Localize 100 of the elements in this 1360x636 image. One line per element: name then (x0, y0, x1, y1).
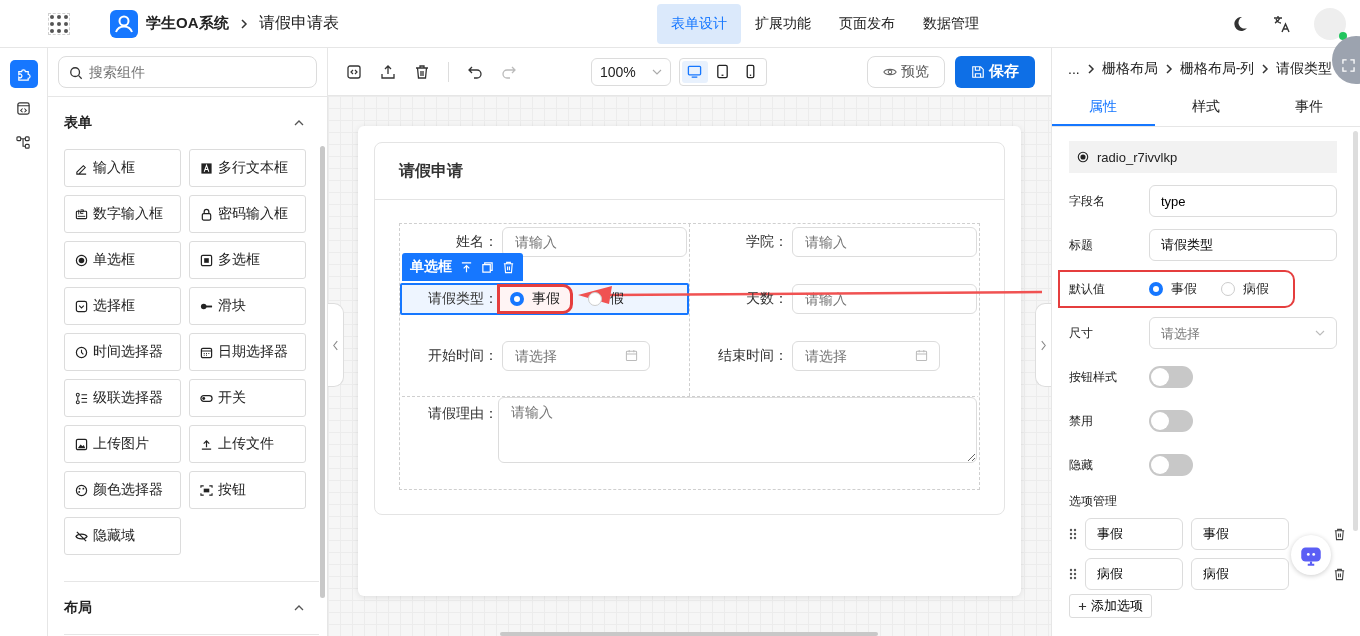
section-title: 选项管理 (1069, 493, 1118, 510)
save-button[interactable]: 保存 (955, 55, 1035, 88)
component-id: radio_r7ivvlkp (1097, 149, 1178, 165)
component-item[interactable]: 上传文件 (189, 425, 306, 463)
scrollbar[interactable] (1353, 131, 1358, 531)
size-select[interactable]: 请选择 (1149, 317, 1337, 349)
property-label: 字段名 (1069, 192, 1106, 210)
toggle-switch[interactable] (1149, 410, 1193, 432)
radio-icon (1077, 151, 1089, 163)
nav-tab[interactable]: 页面发布 (825, 3, 910, 44)
component-item[interactable]: 多选框 (189, 241, 306, 279)
radio-option[interactable]: 事假 (502, 287, 568, 311)
apps-grid-icon[interactable] (48, 12, 70, 35)
property-tab[interactable]: 样式 (1154, 90, 1258, 126)
chat-bot-button[interactable] (1291, 535, 1331, 575)
component-item[interactable]: 按钮 (189, 471, 306, 509)
trash-icon[interactable] (414, 63, 430, 80)
nav-tab[interactable]: 扩展功能 (741, 3, 826, 44)
breadcrumb-item[interactable]: 栅格布局 (1101, 60, 1158, 78)
copy-icon[interactable] (481, 260, 494, 274)
field-label: 开始时间： (427, 347, 498, 365)
calendar-icon (625, 349, 638, 362)
component-item[interactable]: 数字输入框 (64, 195, 181, 233)
property-tab[interactable]: 事件 (1257, 90, 1360, 126)
scrollbar[interactable] (320, 146, 325, 598)
scrollbar[interactable] (500, 632, 878, 636)
list-icon (75, 391, 88, 405)
online-dot-icon (1339, 31, 1347, 40)
collapse-right-handle[interactable] (1035, 303, 1051, 387)
trash-icon[interactable] (1333, 527, 1346, 541)
property-input[interactable]: type (1149, 185, 1337, 217)
translate-icon[interactable] (1272, 13, 1292, 34)
component-item[interactable]: 密码输入框 (189, 195, 306, 233)
breadcrumb-item[interactable]: ... (1068, 61, 1080, 77)
chevron-right-icon (1085, 64, 1096, 74)
drag-handle-icon[interactable] (1069, 568, 1077, 580)
clock-icon (75, 345, 88, 359)
date-picker[interactable]: 请选择 (502, 341, 650, 371)
component-item[interactable]: 单选框 (64, 241, 181, 279)
property-tab[interactable]: 属性 (1052, 90, 1155, 126)
move-top-icon[interactable] (460, 260, 473, 274)
search-icon (69, 66, 83, 80)
component-item[interactable]: 多行文本框 (189, 149, 306, 187)
radio-option[interactable]: 事假 (1149, 280, 1197, 298)
property-input[interactable]: 请假类型 (1149, 229, 1337, 261)
puzzle-icon[interactable] (9, 60, 38, 88)
nav-tab[interactable]: 数据管理 (909, 3, 994, 44)
search-field[interactable]: 搜索组件 (58, 56, 317, 88)
preview-button[interactable]: 预览 (867, 55, 945, 88)
option-label-input[interactable]: 病假 (1085, 558, 1183, 590)
collapse-left-handle[interactable] (328, 303, 344, 387)
component-item[interactable]: 隐藏域 (64, 517, 181, 555)
component-item[interactable]: 颜色选择器 (64, 471, 181, 509)
upload-icon (200, 437, 213, 451)
save-icon (971, 64, 985, 79)
property-label: 按钮样式 (1069, 368, 1118, 386)
desktop-icon[interactable] (681, 60, 708, 83)
component-item[interactable]: 级联选择器 (64, 379, 181, 417)
text-input[interactable]: 请输入 (792, 227, 977, 257)
component-item[interactable]: 开关 (189, 379, 306, 417)
component-item[interactable]: 输入框 (64, 149, 181, 187)
palette-icon (75, 483, 88, 497)
calendar-icon (915, 349, 928, 362)
option-label-input[interactable]: 事假 (1085, 518, 1183, 550)
component-item[interactable]: 上传图片 (64, 425, 181, 463)
property-label: 标题 (1069, 236, 1094, 254)
calendar-icon (200, 345, 213, 359)
radio-option[interactable]: 病假 (1221, 280, 1269, 298)
zoom-select[interactable]: 100% (591, 57, 671, 86)
component-item[interactable]: 滑块 (189, 287, 306, 325)
drag-handle-icon[interactable] (1069, 528, 1077, 540)
component-item[interactable]: 选择框 (64, 287, 181, 325)
breadcrumb-item[interactable]: 栅格布局-列 (1179, 60, 1255, 78)
add-option-button[interactable]: 添加选项 (1069, 594, 1152, 618)
date-picker[interactable]: 请选择 (792, 341, 940, 371)
textarea-field[interactable]: 请输入 (498, 397, 977, 463)
nav-tab[interactable]: 表单设计 (657, 3, 742, 44)
toggle-switch[interactable] (1149, 454, 1193, 476)
chevron-right-icon (1163, 64, 1174, 74)
text-input[interactable]: 请输入 (502, 227, 687, 257)
component-item[interactable]: 时间选择器 (64, 333, 181, 371)
dropdown-icon (75, 299, 88, 313)
lock-icon (200, 207, 213, 221)
option-value-input[interactable]: 事假 (1191, 518, 1289, 550)
image-icon (75, 437, 88, 451)
radio-icon (75, 253, 88, 267)
text-box-icon (200, 161, 213, 175)
component-item[interactable]: 日期选择器 (189, 333, 306, 371)
form-title: 请假申请 (399, 160, 463, 181)
code-icon[interactable] (346, 63, 362, 80)
field-label: 请假类型： (427, 290, 498, 308)
property-label: 尺寸 (1069, 324, 1094, 342)
export-icon[interactable] (380, 63, 396, 80)
number-box-icon (75, 207, 88, 221)
option-value-input[interactable]: 病假 (1191, 558, 1289, 590)
toggle-switch[interactable] (1149, 366, 1193, 388)
breadcrumb-item[interactable]: 请假类型 (1276, 60, 1333, 78)
frame-icon (200, 483, 213, 497)
field-label: 学院： (745, 233, 788, 251)
trash-icon[interactable] (1333, 567, 1346, 581)
